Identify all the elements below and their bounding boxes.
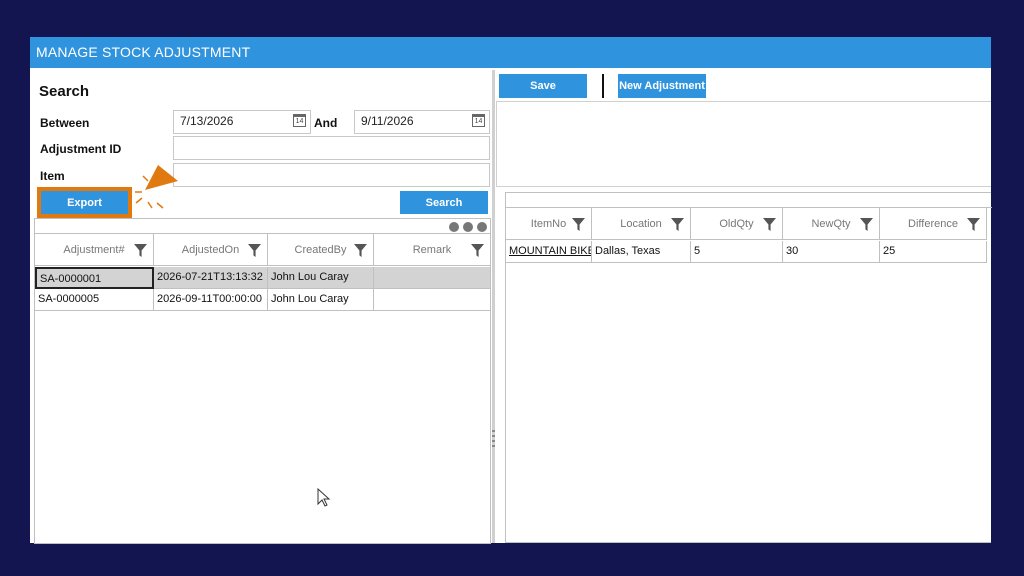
date-to-value: 9/11/2026: [361, 114, 414, 128]
adjustment-list-grid: Adjustment# AdjustedOn CreatedBy Remark …: [34, 218, 491, 544]
cell-adjustment-number[interactable]: SA-0000005: [35, 289, 154, 311]
item-label: Item: [40, 169, 65, 183]
new-adjustment-button[interactable]: New Adjustment: [618, 74, 706, 98]
adjustment-id-label: Adjustment ID: [40, 142, 122, 156]
cell-old-qty[interactable]: 5: [691, 241, 783, 263]
date-from-value: 7/13/2026: [180, 114, 234, 128]
search-heading: Search: [39, 83, 90, 100]
column-header-label: Difference: [908, 218, 958, 230]
window-title: MANAGE STOCK ADJUSTMENT: [30, 37, 991, 68]
date-to-picker[interactable]: 9/11/2026 14: [354, 110, 490, 134]
column-header[interactable]: OldQty: [691, 208, 783, 240]
filter-funnel-icon[interactable]: [763, 218, 776, 231]
cell-adjusted-on[interactable]: 2026-09-11T00:00:00: [154, 289, 268, 311]
column-header-label: Remark: [412, 244, 452, 256]
mouse-cursor-icon: [317, 488, 331, 507]
column-header-label: ItemNo: [530, 218, 567, 230]
pointer-arrow-annotation: [135, 165, 178, 209]
splitter-grip-icon[interactable]: [492, 430, 495, 450]
filter-funnel-icon[interactable]: [671, 218, 684, 231]
between-label: Between: [40, 116, 90, 130]
detail-form-area: [496, 101, 991, 187]
column-header[interactable]: Location: [592, 208, 691, 240]
grid-toolbar: [35, 219, 490, 234]
cell-remark[interactable]: [374, 267, 490, 289]
date-from-picker[interactable]: 7/13/2026 14: [173, 110, 311, 134]
grid-toolbar: [506, 193, 992, 208]
calendar-icon[interactable]: 14: [472, 114, 485, 127]
column-header-label: Adjustment#: [63, 244, 125, 256]
filter-funnel-icon[interactable]: [967, 218, 980, 231]
column-header-label: OldQty: [719, 218, 754, 230]
filter-funnel-icon[interactable]: [471, 244, 484, 257]
filter-funnel-icon[interactable]: [572, 218, 585, 231]
cell-created-by[interactable]: John Lou Caray: [268, 289, 374, 311]
cell-item-no-link[interactable]: MOUNTAIN BIKE: [506, 241, 592, 263]
table-row[interactable]: SA-0000001 2026-07-21T13:13:32 John Lou …: [35, 267, 490, 289]
cell-adjusted-on[interactable]: 2026-07-21T13:13:32: [154, 267, 268, 289]
table-row[interactable]: SA-0000005 2026-09-11T00:00:00 John Lou …: [35, 289, 490, 311]
export-button[interactable]: Export: [41, 191, 128, 214]
column-header[interactable]: Adjustment#: [35, 234, 154, 266]
column-header-label: AdjustedOn: [181, 244, 240, 256]
column-header[interactable]: AdjustedOn: [154, 234, 268, 266]
cell-created-by[interactable]: John Lou Caray: [268, 267, 374, 289]
toolbar-separator: [602, 74, 604, 98]
column-header[interactable]: CreatedBy: [268, 234, 374, 266]
and-label: And: [314, 116, 338, 130]
column-header-label: NewQty: [811, 218, 851, 230]
calendar-icon[interactable]: 14: [293, 114, 306, 127]
column-header[interactable]: ItemNo: [506, 208, 592, 240]
save-button[interactable]: Save: [499, 74, 587, 98]
filter-funnel-icon[interactable]: [134, 244, 147, 257]
column-header[interactable]: Difference: [880, 208, 987, 240]
stock-adjustment-window: MANAGE STOCK ADJUSTMENT Search Between 7…: [30, 37, 992, 544]
filter-funnel-icon[interactable]: [248, 244, 261, 257]
grid-header-row: Adjustment# AdjustedOn CreatedBy Remark: [35, 234, 490, 267]
filter-funnel-icon[interactable]: [354, 244, 367, 257]
column-header[interactable]: NewQty: [783, 208, 880, 240]
filter-funnel-icon[interactable]: [860, 218, 873, 231]
adjustment-detail-grid: ItemNo Location OldQty NewQty Difference…: [505, 192, 992, 543]
item-input[interactable]: [173, 163, 490, 187]
adjustment-id-input[interactable]: [173, 136, 490, 160]
table-row[interactable]: MOUNTAIN BIKE Dallas, Texas 5 30 25: [506, 241, 992, 263]
cell-new-qty[interactable]: 30: [783, 241, 880, 263]
cell-location[interactable]: Dallas, Texas: [592, 241, 691, 263]
cell-adjustment-number[interactable]: SA-0000001: [35, 267, 154, 289]
search-button[interactable]: Search: [400, 191, 488, 214]
grid-header-row: ItemNo Location OldQty NewQty Difference: [506, 208, 992, 241]
column-header-label: CreatedBy: [294, 244, 347, 256]
column-header-label: Location: [620, 218, 662, 230]
cell-remark[interactable]: [374, 289, 490, 311]
column-header[interactable]: Remark: [374, 234, 490, 266]
cell-difference[interactable]: 25: [880, 241, 987, 263]
pane-splitter[interactable]: [492, 70, 495, 543]
